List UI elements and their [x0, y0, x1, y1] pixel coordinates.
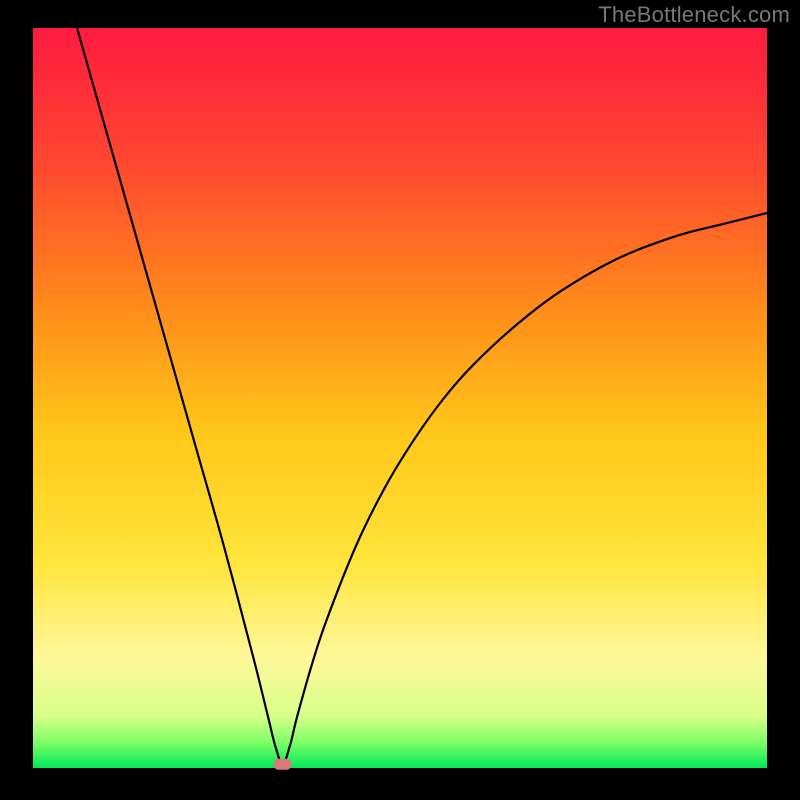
plot-background: [33, 28, 767, 768]
min-marker: [274, 759, 292, 770]
watermark-text: TheBottleneck.com: [598, 2, 790, 28]
chart-frame: TheBottleneck.com: [0, 0, 800, 800]
bottleneck-chart: [0, 0, 800, 800]
